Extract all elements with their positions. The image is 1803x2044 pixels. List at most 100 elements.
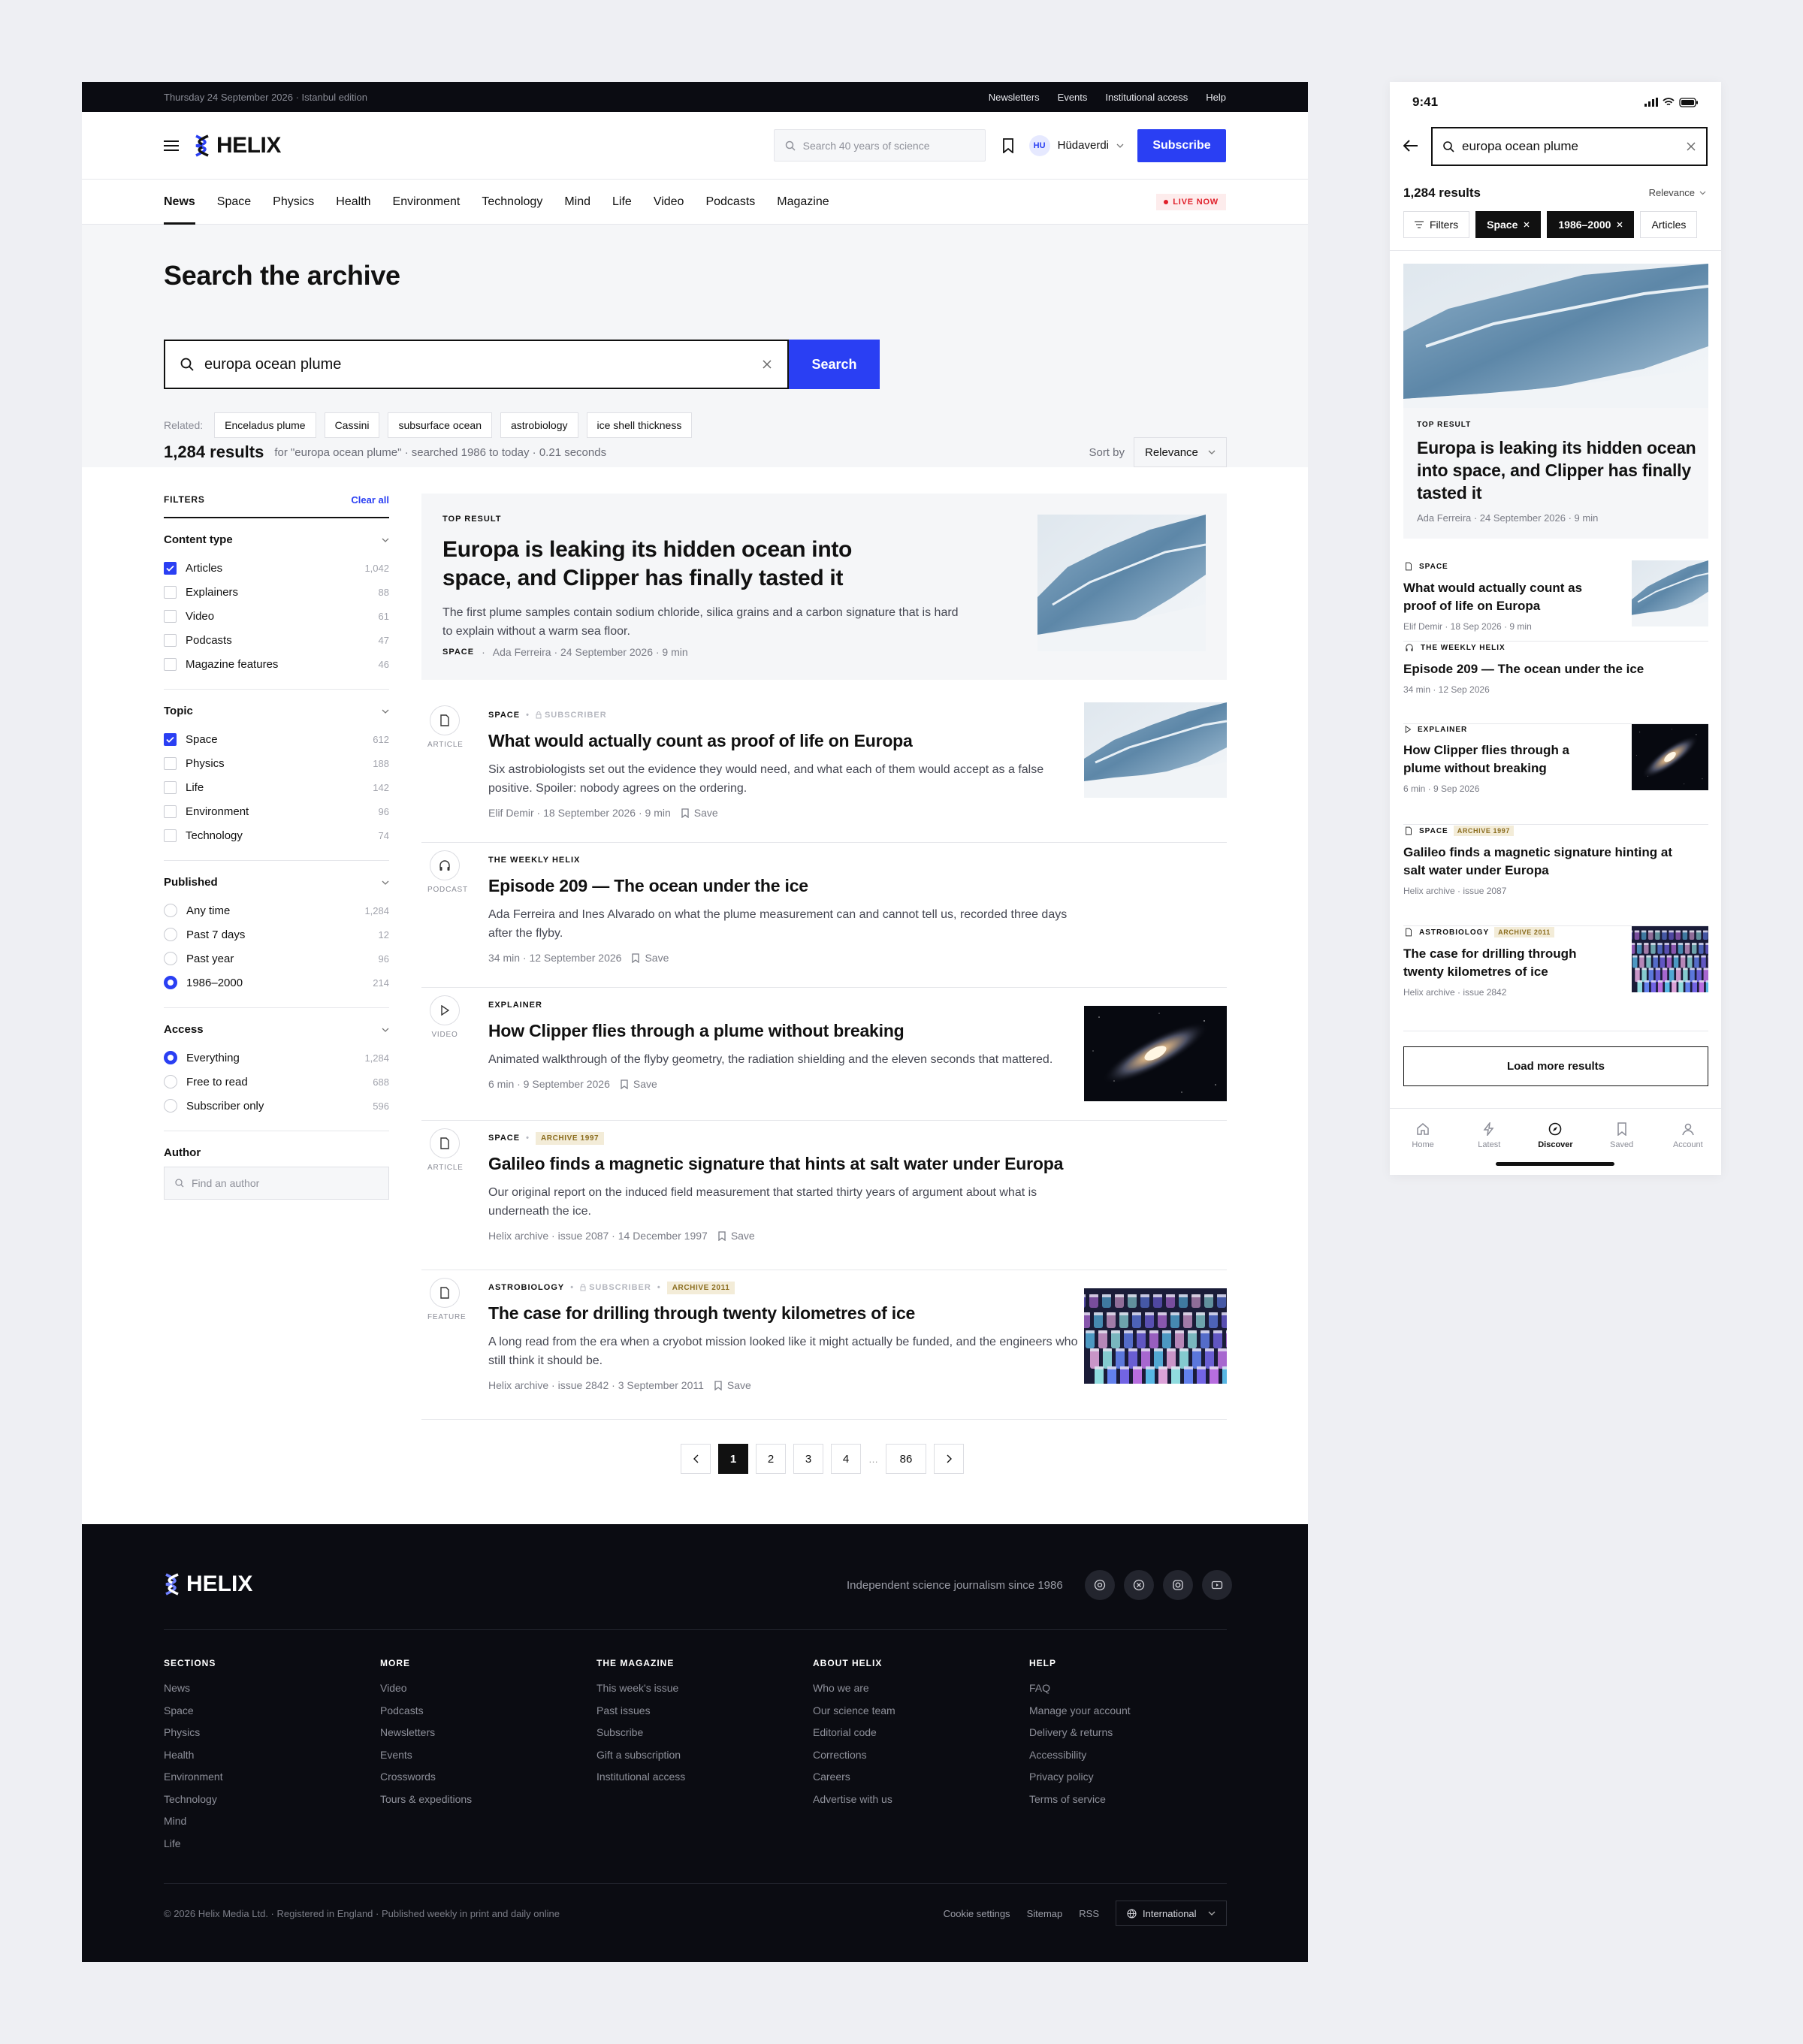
top-result-section[interactable]: SPACE — [442, 648, 474, 657]
page-button[interactable]: 4 — [831, 1444, 861, 1474]
footer-link-cookie[interactable]: Cookie settings — [944, 1908, 1010, 1919]
back-arrow-icon[interactable] — [1403, 140, 1418, 152]
page-button[interactable]: 3 — [793, 1444, 823, 1474]
result-kicker[interactable]: SPACE — [488, 711, 520, 720]
footer-link[interactable]: Tours & expeditions — [380, 1789, 472, 1811]
sort-select[interactable]: Relevance — [1134, 437, 1227, 467]
active-chip-space[interactable]: Space — [1475, 211, 1542, 238]
mobile-top-title[interactable]: Europa is leaking its hidden ocean into … — [1417, 436, 1702, 504]
checkbox[interactable] — [164, 585, 177, 599]
filter-option[interactable]: Past 7 days 12 — [164, 922, 389, 947]
user-menu[interactable]: HU Hüdaverdi — [1028, 134, 1124, 156]
footer-link[interactable]: Environment — [164, 1766, 223, 1789]
footer-link[interactable]: Past issues — [596, 1700, 685, 1722]
footer-link[interactable]: Newsletters — [380, 1722, 472, 1744]
footer-link[interactable]: Corrections — [813, 1744, 895, 1767]
mobile-kicker[interactable]: SPACE — [1419, 563, 1448, 571]
footer-link[interactable]: Privacy policy — [1029, 1766, 1131, 1789]
filter-option[interactable]: 1986–2000 214 — [164, 971, 389, 995]
filter-option[interactable]: Podcasts 47 — [164, 628, 389, 652]
filter-option[interactable]: Everything 1,284 — [164, 1046, 389, 1070]
checkbox[interactable] — [164, 633, 177, 647]
topbar-link-institutional[interactable]: Institutional access — [1105, 92, 1188, 103]
clear-icon[interactable] — [762, 359, 772, 370]
mobile-result-item[interactable]: THE WEEKLY HELIX Episode 209 — The ocean … — [1403, 642, 1708, 724]
filter-option[interactable]: Magazine features 46 — [164, 652, 389, 676]
footer-link[interactable]: Technology — [164, 1789, 223, 1811]
footer-link[interactable]: Who we are — [813, 1677, 895, 1700]
save-button[interactable]: Save — [621, 1078, 657, 1090]
search-button[interactable]: Search — [789, 340, 880, 389]
footer-link[interactable]: Our science team — [813, 1700, 895, 1722]
nav-podcasts[interactable]: Podcasts — [705, 180, 755, 225]
nav-technology[interactable]: Technology — [482, 180, 542, 225]
footer-link[interactable]: Podcasts — [380, 1700, 472, 1722]
nav-magazine[interactable]: Magazine — [777, 180, 829, 225]
filter-option[interactable]: Physics 188 — [164, 751, 389, 775]
related-chip[interactable]: subsurface ocean — [388, 412, 492, 438]
chevron-up-icon[interactable] — [382, 1028, 389, 1032]
result-title[interactable]: The case for drilling through twenty kil… — [488, 1303, 1089, 1324]
related-chip[interactable]: astrobiology — [500, 412, 578, 438]
mobile-result-item[interactable]: ASTROBIOLOGY ARCHIVE 2011 The case for dri… — [1403, 926, 1708, 1031]
result-title[interactable]: Galileo finds a magnetic signature that … — [488, 1154, 1089, 1174]
checkbox[interactable] — [164, 561, 177, 575]
save-button[interactable]: Save — [718, 1230, 755, 1242]
mobile-kicker[interactable]: ASTROBIOLOGY — [1419, 928, 1489, 937]
result-title[interactable]: What would actually count as proof of li… — [488, 731, 1089, 751]
filter-option[interactable]: Subscriber only 596 — [164, 1094, 389, 1118]
footer-link-rss[interactable]: RSS — [1079, 1908, 1099, 1919]
related-chip[interactable]: Enceladus plume — [214, 412, 316, 438]
mobile-kicker[interactable]: THE WEEKLY HELIX — [1421, 644, 1506, 652]
save-button[interactable]: Save — [681, 807, 718, 819]
checkbox[interactable] — [164, 657, 177, 671]
result-kicker[interactable]: EXPLAINER — [488, 1001, 542, 1010]
footer-link[interactable]: Advertise with us — [813, 1789, 895, 1811]
footer-link[interactable]: News — [164, 1677, 223, 1700]
radio-button[interactable] — [164, 928, 177, 941]
youtube-icon[interactable] — [1202, 1570, 1232, 1600]
footer-link[interactable]: Mind — [164, 1810, 223, 1833]
footer-link-sitemap[interactable]: Sitemap — [1027, 1908, 1063, 1919]
filter-title-published[interactable]: Published — [164, 876, 218, 889]
footer-link[interactable]: This week's issue — [596, 1677, 685, 1700]
result-item[interactable]: PODCAST THE WEEKLY HELIX Episode 209 — The… — [421, 843, 1227, 988]
footer-link[interactable]: Careers — [813, 1766, 895, 1789]
mobile-kicker[interactable]: EXPLAINER — [1418, 726, 1467, 734]
top-result-card[interactable]: TOP RESULT Europa is leaking its hidden … — [421, 494, 1227, 680]
result-item[interactable]: VIDEO EXPLAINER How Clipper flies through … — [421, 988, 1227, 1121]
tab-discover[interactable]: Discover — [1533, 1122, 1578, 1175]
clear-all-button[interactable]: Clear all — [351, 494, 389, 506]
footer-link[interactable]: Gift a subscription — [596, 1744, 685, 1767]
tab-saved[interactable]: Saved — [1599, 1122, 1644, 1175]
chevron-up-icon[interactable] — [382, 538, 389, 542]
load-more-button[interactable]: Load more results — [1403, 1046, 1708, 1086]
footer-link[interactable]: Accessibility — [1029, 1744, 1131, 1767]
chevron-up-icon[interactable] — [382, 880, 389, 885]
nav-mind[interactable]: Mind — [564, 180, 590, 225]
bookmark-icon[interactable] — [1002, 137, 1014, 153]
mobile-result-item[interactable]: SPACE What would actually count as proof … — [1403, 560, 1708, 642]
filter-option[interactable]: Life 142 — [164, 775, 389, 799]
nav-life[interactable]: Life — [612, 180, 632, 225]
clear-icon[interactable] — [1687, 142, 1696, 151]
x-icon[interactable] — [1124, 1570, 1154, 1600]
nav-news[interactable]: News — [164, 180, 195, 225]
related-chip[interactable]: ice shell thickness — [586, 412, 693, 438]
footer-link[interactable]: Manage your account — [1029, 1700, 1131, 1722]
chip-articles[interactable]: Articles — [1640, 211, 1698, 238]
top-result-title[interactable]: Europa is leaking its hidden ocean into … — [442, 536, 923, 593]
subscribe-button[interactable]: Subscribe — [1137, 128, 1226, 162]
checkbox[interactable] — [164, 805, 177, 818]
topbar-link-newsletters[interactable]: Newsletters — [989, 92, 1040, 103]
live-now-badge[interactable]: LIVE NOW — [1156, 193, 1226, 210]
result-item[interactable]: ARTICLE SPACE • ARCHIVE 1997 Galileo finds a… — [421, 1121, 1227, 1270]
author-search-input[interactable]: Find an author — [164, 1167, 389, 1200]
filter-option[interactable]: Explainers 88 — [164, 580, 389, 604]
nav-physics[interactable]: Physics — [273, 180, 314, 225]
instagram-icon[interactable] — [1163, 1570, 1193, 1600]
radio-button[interactable] — [164, 952, 177, 965]
mobile-result-title[interactable]: The case for drilling through twenty kil… — [1403, 945, 1599, 981]
mobile-search-input[interactable]: europa ocean plume — [1431, 127, 1708, 166]
result-title[interactable]: Episode 209 — The ocean under the ice — [488, 876, 1089, 896]
